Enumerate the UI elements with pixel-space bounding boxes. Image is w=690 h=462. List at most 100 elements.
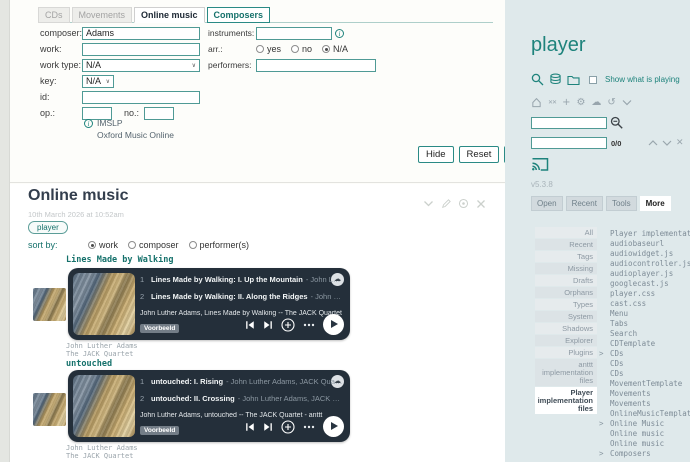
filter-anttt-files[interactable]: anttt implementation files — [535, 359, 597, 386]
hide-button[interactable]: Hide — [418, 146, 454, 163]
instruments-info-icon[interactable] — [335, 28, 344, 38]
tree-item[interactable]: CDTemplate — [597, 339, 690, 349]
add-to-queue-icon[interactable] — [281, 317, 295, 332]
tree-item[interactable]: Online music — [597, 429, 690, 439]
filter-orphans[interactable]: Orphans — [535, 287, 597, 298]
tree-item[interactable]: OnlineMusicTemplate — [597, 409, 690, 419]
next-match-icon[interactable] — [662, 139, 672, 147]
imslp-link[interactable]: IMSLP — [97, 118, 123, 128]
fold-icon[interactable] — [423, 200, 434, 208]
sidebar-tab-open[interactable]: Open — [531, 196, 563, 211]
composer-input[interactable] — [82, 26, 200, 40]
new-tiddler-icon[interactable]: + — [562, 97, 570, 109]
instruments-input[interactable] — [256, 26, 332, 40]
close-icon[interactable] — [476, 199, 486, 209]
tree-item[interactable]: player.css — [597, 289, 690, 299]
track-row[interactable]: 2 untouched: II. Crossing - John Luther … — [140, 394, 344, 404]
cast-icon[interactable] — [531, 156, 549, 172]
info-icon[interactable] — [458, 198, 469, 209]
work-group-heading[interactable]: Lines Made by Walking — [66, 255, 173, 265]
tab-cds[interactable]: CDs — [38, 7, 70, 23]
tree-item[interactable]: Player implementation files — [597, 229, 690, 239]
folder-icon[interactable] — [567, 74, 580, 86]
arr-na-radio[interactable] — [322, 45, 331, 53]
id-input[interactable] — [82, 90, 200, 104]
filter-drafts[interactable]: Drafts — [535, 275, 597, 286]
tree-item[interactable]: Online music — [597, 439, 690, 449]
filter-plugins[interactable]: Plugins — [535, 347, 597, 358]
tab-movements[interactable]: Movements — [71, 7, 133, 23]
play-button[interactable] — [323, 314, 344, 335]
play-button[interactable] — [323, 416, 344, 437]
sidebar-tab-more[interactable]: More — [639, 196, 671, 211]
clear-search-icon[interactable]: ✕ — [676, 137, 684, 148]
filter-all[interactable]: All — [535, 227, 597, 238]
tree-item[interactable]: Tabs — [597, 319, 690, 329]
previous-match-icon[interactable] — [648, 139, 658, 147]
tab-online-music[interactable]: Online music — [134, 7, 205, 23]
track-row[interactable]: 2 Lines Made by Walking: II. Along the R… — [140, 292, 344, 302]
filter-player-files[interactable]: Player implementation files — [535, 387, 597, 414]
reset-button[interactable]: Reset — [458, 146, 500, 163]
add-to-queue-icon[interactable] — [281, 419, 295, 434]
sidebar-tab-tools[interactable]: Tools — [605, 196, 637, 211]
track-row[interactable]: 1 Lines Made by Walking: I. Up the Mount… — [140, 275, 344, 285]
sort-work-radio[interactable] — [88, 241, 96, 249]
next-track-icon[interactable] — [263, 320, 273, 330]
work-input[interactable] — [82, 42, 200, 56]
sidebar-tab-recent[interactable]: Recent — [565, 196, 603, 211]
tree-item[interactable]: > CDs — [597, 349, 690, 359]
settings-icon[interactable]: ⚙ — [576, 97, 585, 109]
previous-track-icon[interactable] — [245, 320, 255, 330]
tree-item[interactable]: CDs — [597, 359, 690, 369]
home-icon[interactable] — [531, 97, 542, 108]
sort-performers-radio[interactable] — [188, 241, 197, 249]
edit-icon[interactable] — [441, 198, 451, 209]
tree-item[interactable]: audiocontroller.js — [597, 259, 690, 269]
previous-track-icon[interactable] — [245, 422, 255, 432]
tree-item[interactable]: audiobaseurl — [597, 239, 690, 249]
search-icon[interactable] — [531, 73, 544, 86]
tree-item[interactable]: googlecast.js — [597, 279, 690, 289]
tree-item[interactable]: cast.css — [597, 299, 690, 309]
tree-item[interactable]: Movements — [597, 399, 690, 409]
next-track-icon[interactable] — [263, 422, 273, 432]
oxford-link[interactable]: Oxford Music Online — [97, 130, 174, 140]
cloud-icon[interactable]: ☁ — [591, 97, 601, 109]
track-row[interactable]: 1 untouched: I. Rising - John Luther Ada… — [140, 377, 344, 387]
filter-tags[interactable]: Tags — [535, 251, 597, 262]
tab-composers[interactable]: Composers — [206, 7, 271, 23]
tree-item[interactable]: Search — [597, 329, 690, 339]
tag-pill-player[interactable]: player — [28, 221, 68, 234]
filter-system[interactable]: System — [535, 311, 597, 322]
album-thumbnail[interactable] — [33, 288, 66, 321]
tree-item[interactable]: CDs — [597, 369, 690, 379]
advanced-search-icon[interactable] — [610, 116, 623, 129]
chevron-down-icon[interactable] — [622, 99, 632, 106]
imslp-info-icon[interactable] — [84, 118, 93, 128]
tree-item[interactable]: MovementTemplate — [597, 379, 690, 389]
work-type-select[interactable]: N/A — [82, 58, 200, 72]
more-options-icon[interactable] — [303, 323, 315, 327]
work-group-heading[interactable]: untouched — [66, 359, 112, 369]
performers-input[interactable] — [256, 58, 376, 72]
refresh-icon[interactable]: ↺ — [607, 97, 615, 109]
filter-recent[interactable]: Recent — [535, 239, 597, 250]
database-icon[interactable] — [549, 73, 562, 86]
filter-types[interactable]: Types — [535, 299, 597, 310]
show-playing-checkbox[interactable] — [589, 75, 597, 84]
filter-shadows[interactable]: Shadows — [535, 323, 597, 334]
tree-item[interactable]: > Online Music — [597, 419, 690, 429]
filter-explorer[interactable]: Explorer — [535, 335, 597, 346]
close-all-icon[interactable]: ✕✕ — [548, 97, 557, 109]
tree-item[interactable]: Movements — [597, 389, 690, 399]
filter-missing[interactable]: Missing — [535, 263, 597, 274]
sidebar-search-input[interactable] — [531, 116, 607, 129]
tree-item[interactable]: Menu — [597, 309, 690, 319]
tree-item[interactable]: audiowidget.js — [597, 249, 690, 259]
sort-composer-radio[interactable] — [128, 241, 137, 249]
arr-no-radio[interactable] — [291, 45, 300, 53]
key-select[interactable]: N/A — [82, 74, 114, 88]
tree-item[interactable]: audioplayer.js — [597, 269, 690, 279]
more-options-icon[interactable] — [303, 425, 315, 429]
